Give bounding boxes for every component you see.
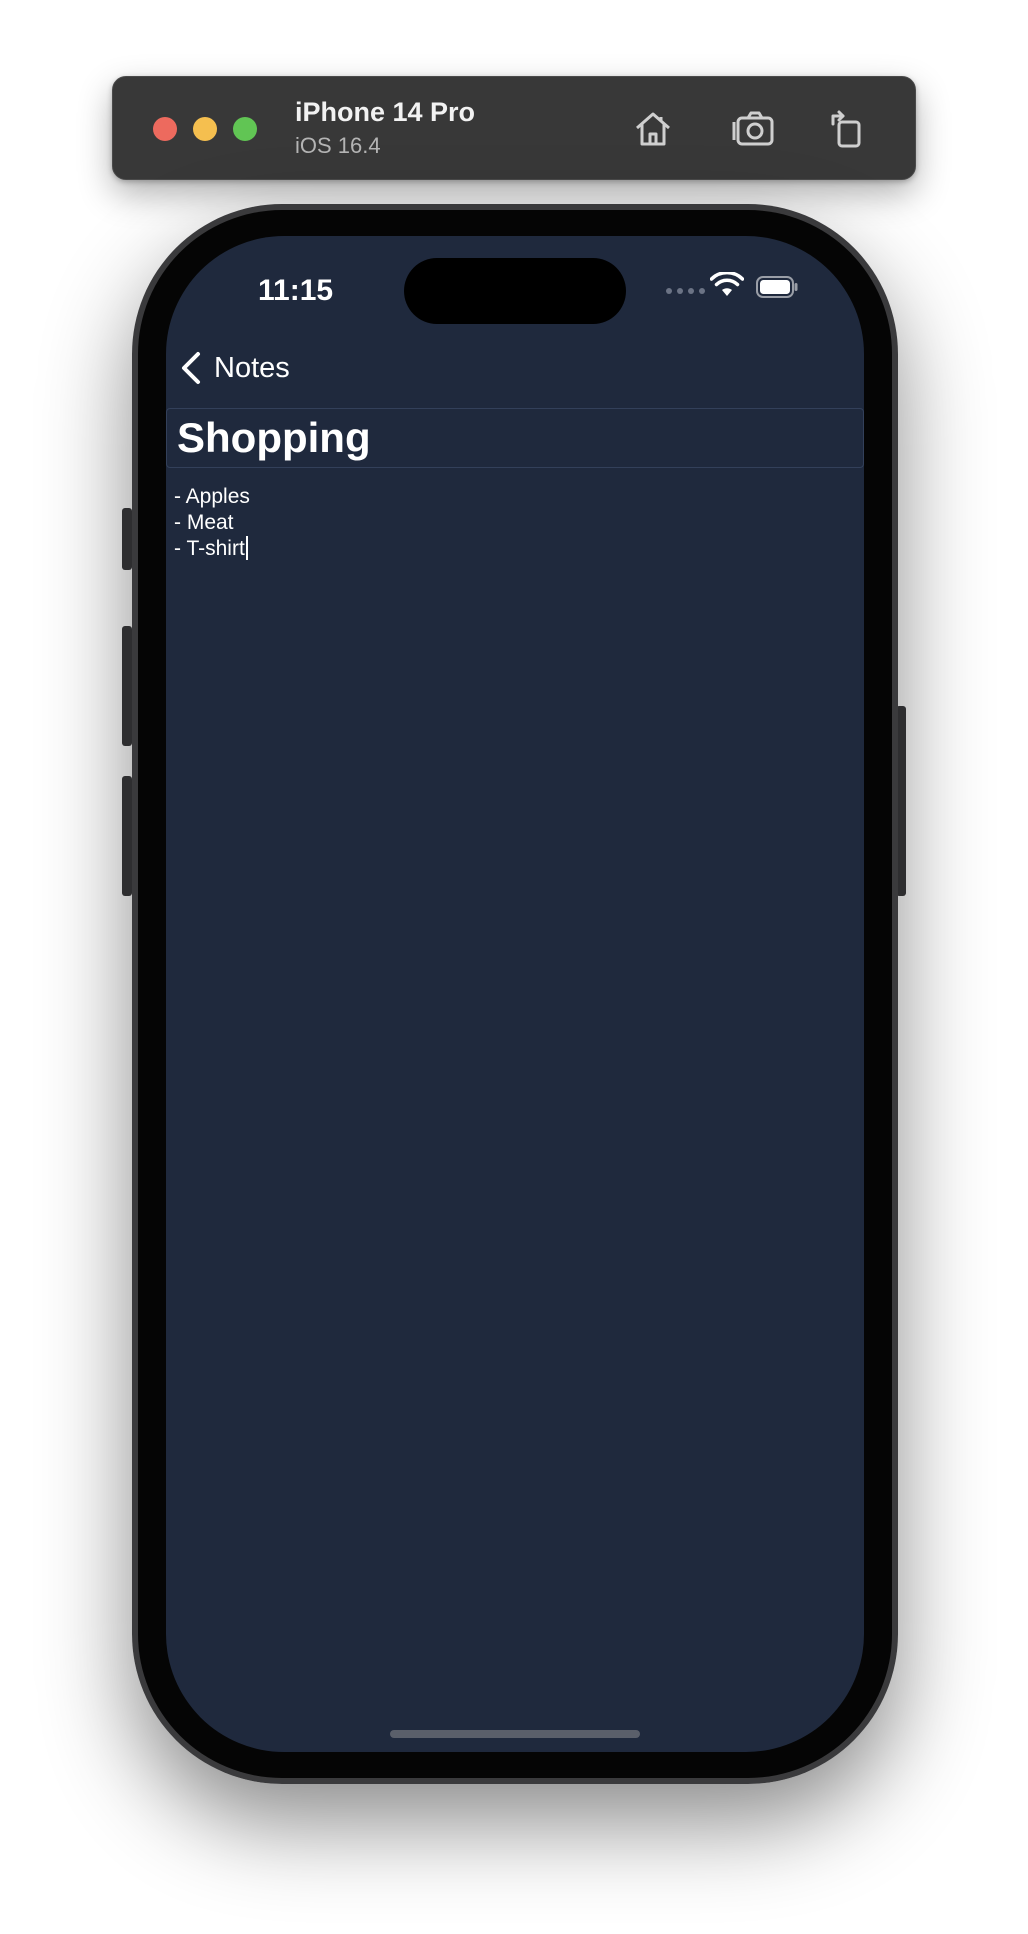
device-os-version: iOS 16.4 (295, 133, 381, 158)
rotate-icon (825, 108, 865, 150)
note-line: - Apples (174, 485, 250, 508)
home-button[interactable] (629, 105, 677, 153)
dynamic-island (404, 258, 626, 324)
home-indicator[interactable] (390, 1730, 640, 1738)
device-name: iPhone 14 Pro (295, 97, 476, 127)
wifi-icon (709, 270, 745, 303)
note-line-text: - T-shirt (174, 537, 245, 560)
mute-switch (122, 508, 132, 570)
simulator-toolbar: iPhone 14 Pro iOS 16.4 (112, 76, 916, 180)
note-line: - Meat (174, 511, 234, 534)
phone-frame: 11:15 Notes Shopping - Apples - Meat - T… (132, 204, 898, 1784)
cellular-icon (666, 288, 705, 294)
volume-up-button (122, 626, 132, 746)
phone-bezel: 11:15 Notes Shopping - Apples - Meat - T… (138, 210, 892, 1778)
note-body-editor[interactable]: - Apples - Meat - T-shirt (174, 484, 854, 562)
home-icon (632, 108, 674, 150)
back-button[interactable]: Notes (178, 344, 290, 392)
simulator-stage: iPhone 14 Pro iOS 16.4 11:15 Notes Shopp… (0, 0, 1028, 1934)
note-title-field[interactable]: Shopping (166, 408, 864, 468)
screenshot-icon (730, 108, 776, 150)
text-cursor (245, 536, 248, 560)
screenshot-button[interactable] (729, 105, 777, 153)
note-title: Shopping (177, 414, 371, 461)
back-button-label: Notes (214, 351, 290, 384)
zoom-window-button[interactable] (233, 117, 257, 141)
close-window-button[interactable] (153, 117, 177, 141)
minimize-window-button[interactable] (193, 117, 217, 141)
volume-down-button (122, 776, 132, 896)
status-time: 11:15 (258, 274, 334, 307)
chevron-left-icon (178, 348, 208, 388)
note-line-last: - T-shirt (174, 536, 854, 562)
phone-screen: 11:15 Notes Shopping - Apples - Meat - T… (166, 236, 864, 1752)
rotate-button[interactable] (821, 105, 869, 153)
battery-icon (756, 276, 798, 303)
